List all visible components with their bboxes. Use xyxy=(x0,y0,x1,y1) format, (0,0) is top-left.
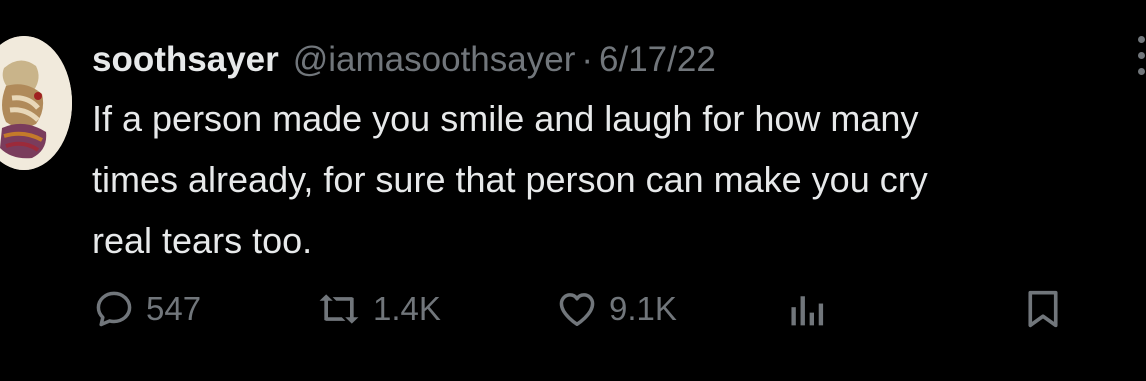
retweet-count: 1.4K xyxy=(373,290,441,327)
tweet-text: If a person made you smile and laugh for… xyxy=(92,98,928,261)
avatar-image xyxy=(0,36,72,170)
user-handle[interactable]: @iamasoothsayer xyxy=(293,40,576,80)
more-options-icon[interactable] xyxy=(1138,36,1146,106)
display-name[interactable]: soothsayer xyxy=(92,40,279,80)
like-count: 9.1K xyxy=(609,290,677,327)
tweet-header: soothsayer @iamasoothsayer · 6/17/22 xyxy=(92,36,716,84)
reply-button[interactable]: 547 xyxy=(92,287,201,331)
heart-icon xyxy=(559,293,595,326)
avatar[interactable] xyxy=(0,36,72,170)
bookmark-icon xyxy=(1028,290,1058,328)
bar-chart-icon xyxy=(791,296,824,326)
action-bar: 547 1.4K 9.1K xyxy=(92,287,1092,331)
retweet-icon xyxy=(319,294,359,324)
reply-count: 547 xyxy=(146,290,202,327)
bookmark-button[interactable] xyxy=(1023,287,1073,331)
reply-icon xyxy=(96,291,132,327)
separator-dot: · xyxy=(581,40,594,79)
retweet-button[interactable]: 1.4K xyxy=(315,287,441,331)
tweet-date[interactable]: 6/17/22 xyxy=(599,40,716,80)
tweet[interactable]: soothsayer @iamasoothsayer · 6/17/22 If … xyxy=(0,0,1146,381)
like-button[interactable]: 9.1K xyxy=(555,287,677,331)
views-button[interactable] xyxy=(786,287,836,331)
